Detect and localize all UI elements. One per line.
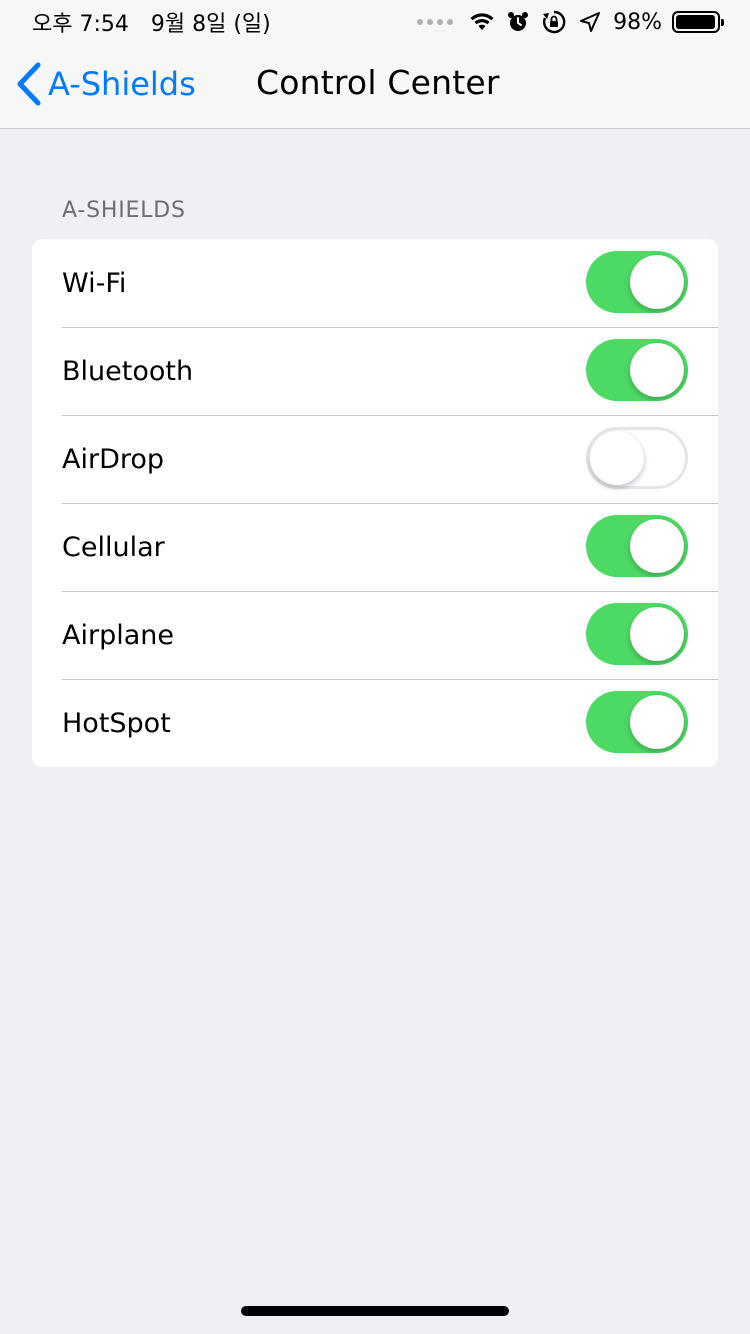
toggle-knob: [630, 519, 684, 573]
battery-percent: 98%: [613, 9, 662, 35]
bluetooth-toggle[interactable]: [586, 339, 688, 401]
status-left: 오후 7:54 9월 8일 (일): [32, 6, 271, 38]
toggle-knob: [630, 343, 684, 397]
back-label: A-Shields: [48, 65, 196, 103]
back-button[interactable]: A-Shields: [16, 62, 196, 106]
row-label: Cellular: [62, 531, 165, 563]
battery-icon: [672, 11, 724, 33]
airdrop-toggle[interactable]: [586, 427, 688, 489]
status-bar: 오후 7:54 9월 8일 (일) 98%: [0, 0, 750, 44]
hotspot-toggle[interactable]: [586, 691, 688, 753]
wifi-toggle[interactable]: [586, 251, 688, 313]
row-label: Wi-Fi: [62, 267, 127, 299]
status-right: 98%: [417, 9, 724, 35]
home-indicator[interactable]: [241, 1306, 509, 1316]
toggle-knob: [630, 695, 684, 749]
row-label: Airplane: [62, 619, 174, 651]
toggle-knob: [630, 607, 684, 661]
toggle-knob: [590, 431, 644, 485]
row-label: HotSpot: [62, 707, 171, 739]
row-wifi: Wi-Fi: [32, 239, 718, 327]
alarm-icon: [505, 9, 531, 35]
row-hotspot: HotSpot: [32, 679, 718, 767]
toggle-knob: [630, 255, 684, 309]
status-date: 9월 8일 (일): [150, 12, 271, 37]
location-arrow-icon: [577, 9, 603, 35]
cellular-toggle[interactable]: [586, 515, 688, 577]
row-cellular: Cellular: [32, 503, 718, 591]
screen: 오후 7:54 9월 8일 (일) 98% A-Shields Control …: [0, 0, 750, 1334]
row-label: AirDrop: [62, 443, 165, 475]
nav-bar: A-Shields Control Center: [0, 44, 750, 129]
row-airdrop: AirDrop: [32, 415, 718, 503]
settings-group: Wi-Fi Bluetooth AirDrop Cellular Airplan…: [32, 239, 718, 767]
rotation-lock-icon: [541, 9, 567, 35]
row-airplane: Airplane: [32, 591, 718, 679]
chevron-left-icon: [17, 62, 41, 106]
status-time: 오후 7:54: [32, 12, 129, 37]
page-title: Control Center: [256, 63, 500, 102]
section-header: A-SHIELDS: [62, 198, 186, 223]
airplane-toggle[interactable]: [586, 603, 688, 665]
signal-dots-icon: [417, 19, 454, 25]
wifi-icon: [469, 9, 495, 35]
row-bluetooth: Bluetooth: [32, 327, 718, 415]
row-label: Bluetooth: [62, 355, 194, 387]
battery-fill: [676, 15, 716, 29]
